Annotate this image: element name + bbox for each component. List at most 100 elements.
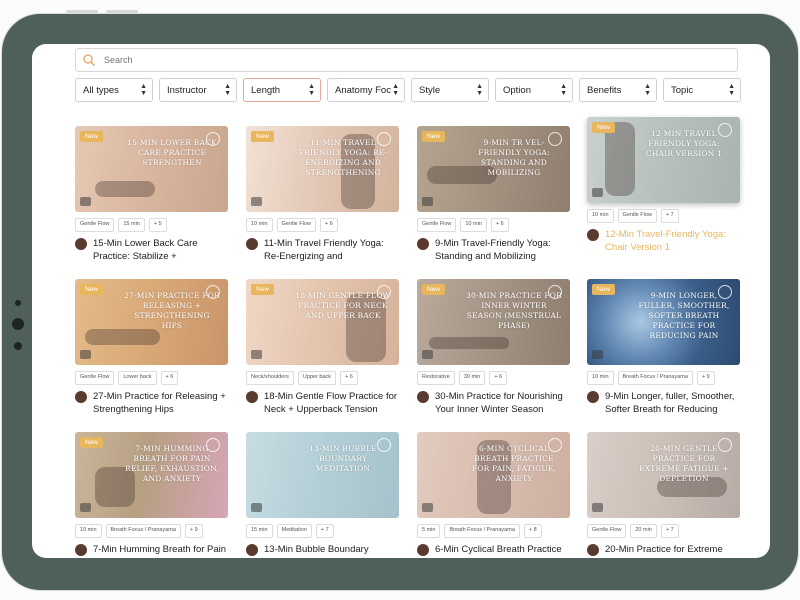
video-title[interactable]: 13-Min Bubble Boundary	[264, 543, 399, 558]
video-thumbnail[interactable]: 9-Min TR vel-Friendly Yoga: Standing and…	[417, 126, 570, 212]
card-meta: 11-Min Travel Friendly Yoga: Re-Energizi…	[246, 237, 399, 263]
video-thumbnail[interactable]: 13-Min Bubble Boundary Meditation	[246, 432, 399, 518]
tag[interactable]: Breath Focus / Pranayama	[444, 524, 520, 538]
tag[interactable]: 10 min	[75, 524, 102, 538]
video-icon	[80, 350, 91, 359]
video-title[interactable]: 30-Min Practice for Nourishing Your Inne…	[435, 390, 570, 416]
video-card[interactable]: 9-Min TR vel-Friendly Yoga: Standing and…	[417, 126, 570, 263]
video-card[interactable]: 30-Min Practice for Inner Winter Season …	[417, 279, 570, 416]
filter-style[interactable]: Style ▲ ▼	[411, 78, 489, 102]
video-thumbnail[interactable]: 12-Min Travel Friendly Yoga: Chair Versi…	[587, 117, 740, 203]
video-thumbnail[interactable]: 9-Min Longer, Fuller, Smoother, Softer B…	[587, 279, 740, 365]
tag[interactable]: 20 min	[630, 524, 657, 538]
filter-option[interactable]: Option ▲ ▼	[495, 78, 573, 102]
video-title[interactable]: 9-Min Longer, fuller, Smoother, Softer B…	[605, 390, 740, 416]
filter-length[interactable]: Length ▲ ▼	[243, 78, 321, 102]
video-title[interactable]: 6-Min Cyclical Breath Practice	[435, 543, 570, 558]
video-card[interactable]: 18-Min Gentle Flow Practice for Neck and…	[246, 279, 399, 416]
sort-arrows-icon: ▲ ▼	[476, 83, 483, 97]
video-card[interactable]: 11-Min Travel Friendly Yoga: Re-Energizi…	[246, 126, 399, 263]
video-card[interactable]: 15-Min Lower Back Care Practice Strength…	[75, 126, 228, 263]
tag[interactable]: Meditation	[276, 524, 312, 538]
filter-topic[interactable]: Topic ▲ ▼	[663, 78, 741, 102]
search-bar[interactable]	[75, 48, 738, 72]
tag[interactable]: Gentle Flow	[587, 524, 627, 538]
tag-list: Gentle Flow 20 min + 7	[587, 524, 740, 538]
search-input[interactable]	[102, 54, 706, 66]
tag[interactable]: Gentle Flow	[417, 218, 457, 232]
tag[interactable]: Breath Focus / Pranayama	[617, 371, 693, 385]
tag[interactable]: + 5	[148, 218, 167, 232]
tag[interactable]: Restorative	[417, 371, 455, 385]
video-card[interactable]: 7-Min Humming Breath for Pain Relief, Ex…	[75, 432, 228, 558]
video-title[interactable]: 7-Min Humming Breath for Pain	[93, 543, 228, 558]
tag[interactable]: + 6	[489, 371, 508, 385]
video-title[interactable]: 27-Min Practice for Releasing + Strength…	[93, 390, 228, 416]
tag[interactable]: 15 min	[118, 218, 145, 232]
filter-instructor[interactable]: Instructor ▲ ▼	[159, 78, 237, 102]
filter-label: Length	[251, 84, 281, 96]
video-card[interactable]: 12-Min Travel Friendly Yoga: Chair Versi…	[587, 117, 740, 254]
video-title[interactable]: 20-Min Practice for Extreme	[605, 543, 740, 558]
video-icon	[251, 350, 262, 359]
video-card[interactable]: 6-Min Cyclical Breath Practice for Pain,…	[417, 432, 570, 558]
tag[interactable]: Breath Focus / Pranayama	[105, 524, 181, 538]
video-thumbnail[interactable]: 20-Min Gentle Practice for Extreme Fatig…	[587, 432, 740, 518]
video-thumbnail[interactable]: 18-Min Gentle Flow Practice for Neck and…	[246, 279, 399, 365]
new-badge: New	[422, 284, 446, 295]
tag[interactable]: + 9	[184, 524, 203, 538]
tag[interactable]: 5 min	[417, 524, 441, 538]
thumbnail-text: 6-Min Cyclical Breath Practice for Pain,…	[471, 444, 557, 483]
tag[interactable]: + 9	[696, 371, 715, 385]
filter-benefits[interactable]: Benefits ▲ ▼	[579, 78, 657, 102]
tag[interactable]: Gentle Flow	[75, 371, 115, 385]
filter-all-types[interactable]: All types ▲ ▼	[75, 78, 153, 102]
video-title[interactable]: 9-Min Travel-Friendly Yoga: Standing and…	[435, 237, 570, 263]
video-card[interactable]: 27-Min Practice for Releasing + Strength…	[75, 279, 228, 416]
video-title[interactable]: 18-Min Gentle Flow Practice for Neck + U…	[264, 390, 399, 416]
avatar	[75, 544, 87, 556]
tag[interactable]: Gentle Flow	[617, 209, 657, 223]
video-thumbnail[interactable]: 7-Min Humming Breath for Pain Relief, Ex…	[75, 432, 228, 518]
video-thumbnail[interactable]: 30-Min Practice for Inner Winter Season …	[417, 279, 570, 365]
video-thumbnail[interactable]: 11-Min Travel Friendly Yoga: Re-Energizi…	[246, 126, 399, 212]
tag[interactable]: Neck/shoulders	[246, 371, 294, 385]
tag[interactable]: 15 min	[246, 524, 273, 538]
tag[interactable]: + 6	[340, 371, 358, 385]
tag[interactable]: + 7	[660, 209, 679, 223]
tag[interactable]: + 7	[660, 524, 679, 538]
tag[interactable]: + 6	[319, 218, 338, 232]
tag[interactable]: Gentle Flow	[75, 218, 115, 232]
tag[interactable]: + 7	[315, 524, 334, 538]
video-thumbnail[interactable]: 15-Min Lower Back Care Practice Strength…	[75, 126, 228, 212]
thumbnail-text: 30-Min Practice for Inner Winter Season …	[466, 291, 562, 330]
tag[interactable]: 10 min	[587, 209, 614, 223]
video-title[interactable]: 15-Min Lower Back Care Practice: Stabili…	[93, 237, 228, 263]
filter-label: Option	[503, 84, 531, 96]
tag[interactable]: Upper back	[297, 371, 337, 385]
tag[interactable]: + 8	[523, 524, 542, 538]
tag[interactable]: + 6	[160, 371, 179, 385]
video-card[interactable]: 13-Min Bubble Boundary Meditation 15 min M…	[246, 432, 399, 558]
tag[interactable]: Lower back	[118, 371, 157, 385]
tag[interactable]: 10 min	[246, 218, 273, 232]
tag[interactable]: 10 min	[587, 371, 614, 385]
new-badge: New	[422, 131, 446, 142]
thumbnail-text: 13-Min Bubble Boundary Meditation	[309, 444, 377, 473]
thumbnail-text: 7-Min Humming Breath for Pain Relief, Ex…	[125, 444, 219, 483]
video-thumbnail[interactable]: 27-Min Practice for Releasing + Strength…	[75, 279, 228, 365]
video-card[interactable]: 20-Min Gentle Practice for Extreme Fatig…	[587, 432, 740, 558]
instructor-figure	[605, 122, 635, 196]
tag[interactable]: Gentle Flow	[276, 218, 316, 232]
audio-icon	[592, 350, 603, 359]
video-card[interactable]: 9-Min Longer, Fuller, Smoother, Softer B…	[587, 279, 740, 416]
video-title[interactable]: 11-Min Travel Friendly Yoga: Re-Energizi…	[264, 237, 399, 263]
video-thumbnail[interactable]: 6-Min Cyclical Breath Practice for Pain,…	[417, 432, 570, 518]
thumbnail-text: 12-Min Travel Friendly Yoga: Chair Versi…	[645, 129, 723, 158]
filter-anatomy-focus[interactable]: Anatomy Foc ▲ ▼	[327, 78, 405, 102]
video-title[interactable]: 12-Min Travel-Friendly Yoga: Chair Versi…	[605, 228, 740, 254]
tag[interactable]: 10 min	[460, 218, 487, 232]
tag-list: 10 min Breath Focus / Pranayama + 9	[75, 524, 228, 538]
tag[interactable]: + 6	[490, 218, 509, 232]
tag[interactable]: 30 min	[458, 371, 486, 385]
